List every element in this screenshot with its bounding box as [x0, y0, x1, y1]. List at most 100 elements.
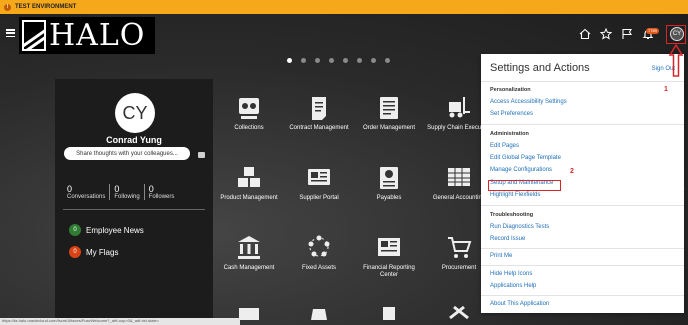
my-flags-link[interactable]: 0 My Flags: [69, 246, 118, 258]
home-icon[interactable]: [579, 28, 591, 40]
report-icon: [378, 238, 400, 256]
carousel-dot[interactable]: [287, 58, 292, 63]
cart-icon: [448, 237, 472, 258]
link-applications-help[interactable]: Applications Help: [490, 283, 536, 289]
stat-value: 0: [67, 184, 73, 194]
highlight-box-setup-and-maintenance: [488, 180, 561, 191]
hamburger-menu-icon[interactable]: [6, 29, 15, 37]
logo-text: HALO: [49, 18, 146, 53]
panel-title: Settings and Actions: [490, 62, 590, 74]
payables-icon: [380, 167, 398, 189]
star-icon[interactable]: [600, 28, 612, 40]
tile-partial: [285, 304, 353, 323]
tile-fixed-assets[interactable]: Fixed Assets: [285, 234, 353, 272]
employee-news-link[interactable]: 0 Employee News: [69, 224, 144, 236]
stat-label: Following: [114, 194, 140, 200]
contract-icon: [312, 97, 326, 120]
red-arrow-annotation-icon: [668, 44, 684, 77]
logo-mark-icon: [22, 20, 46, 51]
tile-label: Supplier Portal: [299, 195, 339, 201]
flag-icon[interactable]: [621, 28, 633, 40]
tile-financial-reporting-center[interactable]: Financial Reporting Center: [355, 234, 423, 279]
stat-following[interactable]: 0 Following: [109, 184, 143, 200]
ledger-icon: [448, 168, 470, 186]
carousel-dot[interactable]: [315, 58, 320, 63]
tile-contract-management[interactable]: Contract Management: [285, 94, 353, 132]
share-thoughts-input[interactable]: Share thoughts with your colleagues...: [64, 147, 190, 160]
carousel-dot[interactable]: [371, 58, 376, 63]
tools-icon: [449, 305, 469, 320]
annotation-step-2: 2: [570, 168, 574, 175]
stat-label: Followers: [148, 194, 175, 200]
divider: [481, 248, 684, 249]
stat-value: 0: [114, 184, 120, 194]
collections-icon: [239, 98, 259, 119]
halo-logo[interactable]: HALO: [19, 17, 155, 54]
divider: [481, 81, 684, 82]
divider: [63, 209, 205, 210]
link-edit-global-page-template[interactable]: Edit Global Page Template: [490, 155, 561, 161]
tile-partial: [355, 304, 423, 323]
my-flags-count-badge: 0: [69, 246, 81, 258]
stat-label: Conversations: [67, 194, 106, 200]
section-heading-administration: Administration: [490, 131, 529, 137]
tile-payables[interactable]: Payables: [355, 164, 423, 202]
carousel-dot[interactable]: [343, 58, 348, 63]
tile-collections[interactable]: Collections: [215, 94, 283, 132]
employee-news-count-badge: 0: [69, 224, 81, 236]
forklift-icon: [449, 97, 470, 118]
test-environment-banner: ! TEST ENVIRONMENT: [0, 0, 688, 14]
tile-label: Collections: [234, 125, 264, 131]
carousel-dot[interactable]: [329, 58, 334, 63]
avatar[interactable]: CY: [115, 93, 155, 133]
carousel-dot[interactable]: [301, 58, 306, 63]
tile-label: Contract Management: [289, 125, 349, 131]
status-bar-url: https://fa-halo.oraclecloud.com/fscmUI/f…: [0, 318, 240, 325]
link-edit-pages[interactable]: Edit Pages: [490, 143, 519, 149]
stat-followers[interactable]: 0 Followers: [143, 184, 179, 200]
divider: [481, 124, 684, 125]
link-highlight-flexfields[interactable]: Highlight Flexfields: [490, 192, 540, 198]
order-icon: [380, 97, 398, 119]
link-set-preferences[interactable]: Set Preferences: [490, 111, 533, 117]
share-post-icon[interactable]: [198, 152, 205, 158]
section-heading-personalization: Personalization: [490, 87, 531, 93]
employee-news-label: Employee News: [86, 225, 144, 235]
link-print-me[interactable]: Print Me: [490, 253, 512, 259]
tile-label: Payables: [376, 195, 402, 201]
bank-icon: [238, 236, 260, 259]
carousel-dot[interactable]: [357, 58, 362, 63]
link-manage-configurations[interactable]: Manage Configurations: [490, 167, 552, 173]
link-access-accessibility-settings[interactable]: Access Accessibility Settings: [490, 99, 567, 105]
my-flags-label: My Flags: [86, 247, 119, 257]
assets-icon: [308, 235, 330, 257]
global-header-icons: [579, 28, 654, 40]
settings-and-actions-panel: Settings and Actions Sign Out Personaliz…: [481, 54, 684, 313]
tile-label: Product Management: [220, 195, 278, 201]
alert-icon: !: [4, 3, 11, 11]
notification-count-badge: 7789: [646, 28, 659, 34]
bag-icon: [311, 309, 327, 320]
environment-label: TEST ENVIRONMENT: [15, 4, 77, 10]
tile-cash-management[interactable]: Cash Management: [215, 234, 283, 272]
carousel-dot[interactable]: [385, 58, 390, 63]
section-heading-troubleshooting: Troubleshooting: [490, 212, 534, 218]
link-record-issue[interactable]: Record Issue: [490, 236, 525, 242]
tile-label: Fixed Assets: [301, 265, 336, 271]
user-name: Conrad Yung: [106, 135, 162, 145]
building-icon: [383, 307, 395, 320]
stat-conversations[interactable]: 0 Conversations: [63, 184, 109, 200]
tile-label: Cash Management: [223, 265, 275, 271]
divider: [481, 265, 684, 266]
tile-label: Order Management: [362, 125, 416, 131]
profile-panel: CY Conrad Yung Share thoughts with your …: [55, 79, 213, 325]
highlight-box-user-menu: [666, 25, 686, 44]
link-run-diagnostics-tests[interactable]: Run Diagnostics Tests: [490, 224, 549, 230]
tile-supplier-portal[interactable]: Supplier Portal: [285, 164, 353, 202]
tile-product-management[interactable]: Product Management: [215, 164, 283, 202]
link-hide-help-icons[interactable]: Hide Help Icons: [490, 271, 532, 277]
divider: [481, 295, 684, 296]
link-about-this-application[interactable]: About This Application: [490, 301, 549, 307]
tile-order-management[interactable]: Order Management: [355, 94, 423, 132]
stat-value: 0: [148, 184, 154, 194]
